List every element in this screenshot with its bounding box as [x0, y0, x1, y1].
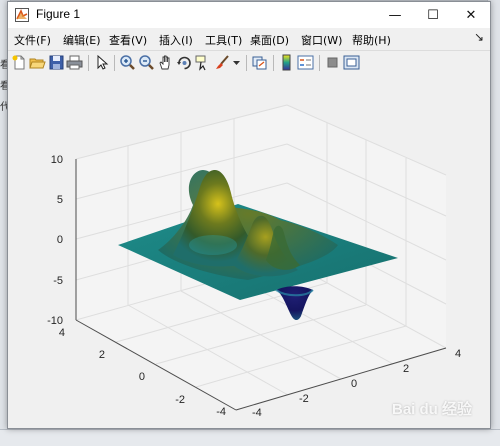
- menu-desktop[interactable]: 桌面(D): [250, 32, 289, 48]
- watermark: Bai du 经验: [392, 398, 472, 419]
- toolbar-separator: [88, 55, 89, 71]
- figure-toolbar: [8, 50, 490, 76]
- insert-legend-icon[interactable]: [297, 54, 314, 71]
- background-app-bottom-edge: [0, 429, 500, 446]
- figure-window: Figure 1 — ☐ ✕ 文件(F) 编辑(E) 查看(V) 插入(I) 工…: [7, 1, 491, 429]
- menu-insert[interactable]: 插入(I): [159, 32, 193, 48]
- link-plot-icon[interactable]: [251, 54, 268, 71]
- z-tick-label: 10: [51, 154, 63, 166]
- save-icon[interactable]: [48, 54, 65, 71]
- y-tick-label: -4: [216, 406, 226, 418]
- menu-window[interactable]: 窗口(W): [301, 32, 342, 48]
- y-tick-label: 4: [59, 327, 65, 339]
- menu-help[interactable]: 帮助(H): [352, 32, 391, 48]
- minimize-button[interactable]: —: [376, 2, 414, 28]
- x-tick-label: -2: [299, 393, 309, 405]
- z-tick-label: -10: [47, 315, 63, 327]
- y-tick-label: -2: [175, 394, 185, 406]
- z-tick-label: 5: [57, 194, 63, 206]
- toolbar-separator: [114, 55, 115, 71]
- x-tick-label: -4: [252, 407, 262, 419]
- window-title: Figure 1: [36, 7, 81, 21]
- menu-edit[interactable]: 编辑(E): [63, 32, 101, 48]
- x-tick-label: 0: [351, 378, 357, 390]
- open-file-icon[interactable]: [29, 54, 46, 71]
- z-tick-label: 0: [57, 234, 63, 246]
- watermark-text: Bai du 经验: [392, 401, 473, 418]
- z-axis-ticks: 10 5 0 -5 -10: [47, 154, 63, 327]
- brush-dropdown-icon[interactable]: [232, 54, 241, 71]
- new-figure-icon[interactable]: [11, 54, 28, 71]
- edit-plot-icon[interactable]: [93, 54, 110, 71]
- toolbar-separator: [319, 55, 320, 71]
- hide-plot-tools-icon[interactable]: [324, 54, 341, 71]
- x-tick-label: 4: [455, 348, 461, 360]
- figure-canvas[interactable]: 10 5 0 -5 -10 4 2 0 -2 -4 -4 -2 0 2 4: [8, 75, 490, 428]
- y-tick-label: 2: [99, 349, 105, 361]
- zoom-in-icon[interactable]: [119, 54, 136, 71]
- matlab-figure-icon: [15, 8, 29, 22]
- zoom-out-icon[interactable]: [138, 54, 155, 71]
- dock-figure-icon[interactable]: ↘: [474, 30, 484, 44]
- insert-colorbar-icon[interactable]: [278, 54, 295, 71]
- menu-file[interactable]: 文件(F): [14, 32, 51, 48]
- toolbar-separator: [246, 55, 247, 71]
- pan-icon[interactable]: [157, 54, 174, 71]
- menu-view[interactable]: 查看(V): [109, 32, 147, 48]
- minimize-icon: —: [388, 7, 402, 23]
- maximize-button[interactable]: ☐: [414, 2, 452, 28]
- x-tick-label: 2: [403, 363, 409, 375]
- maximize-icon: ☐: [427, 7, 439, 23]
- z-tick-label: -5: [53, 275, 63, 287]
- close-button[interactable]: ✕: [452, 2, 490, 28]
- brush-icon[interactable]: [214, 54, 231, 71]
- show-plot-tools-icon[interactable]: [343, 54, 360, 71]
- print-icon[interactable]: [66, 54, 83, 71]
- title-bar[interactable]: Figure 1 — ☐ ✕: [8, 2, 490, 28]
- close-icon: ✕: [465, 7, 477, 23]
- menu-bar: 文件(F) 编辑(E) 查看(V) 插入(I) 工具(T) 桌面(D) 窗口(W…: [8, 29, 490, 49]
- rotate-3d-icon[interactable]: [176, 54, 193, 71]
- toolbar-separator: [273, 55, 274, 71]
- y-tick-label: 0: [139, 371, 145, 383]
- menu-tools[interactable]: 工具(T): [205, 32, 242, 48]
- data-cursor-icon[interactable]: [195, 54, 212, 71]
- surface-plot[interactable]: 10 5 0 -5 -10 4 2 0 -2 -4 -4 -2 0 2 4: [8, 75, 490, 428]
